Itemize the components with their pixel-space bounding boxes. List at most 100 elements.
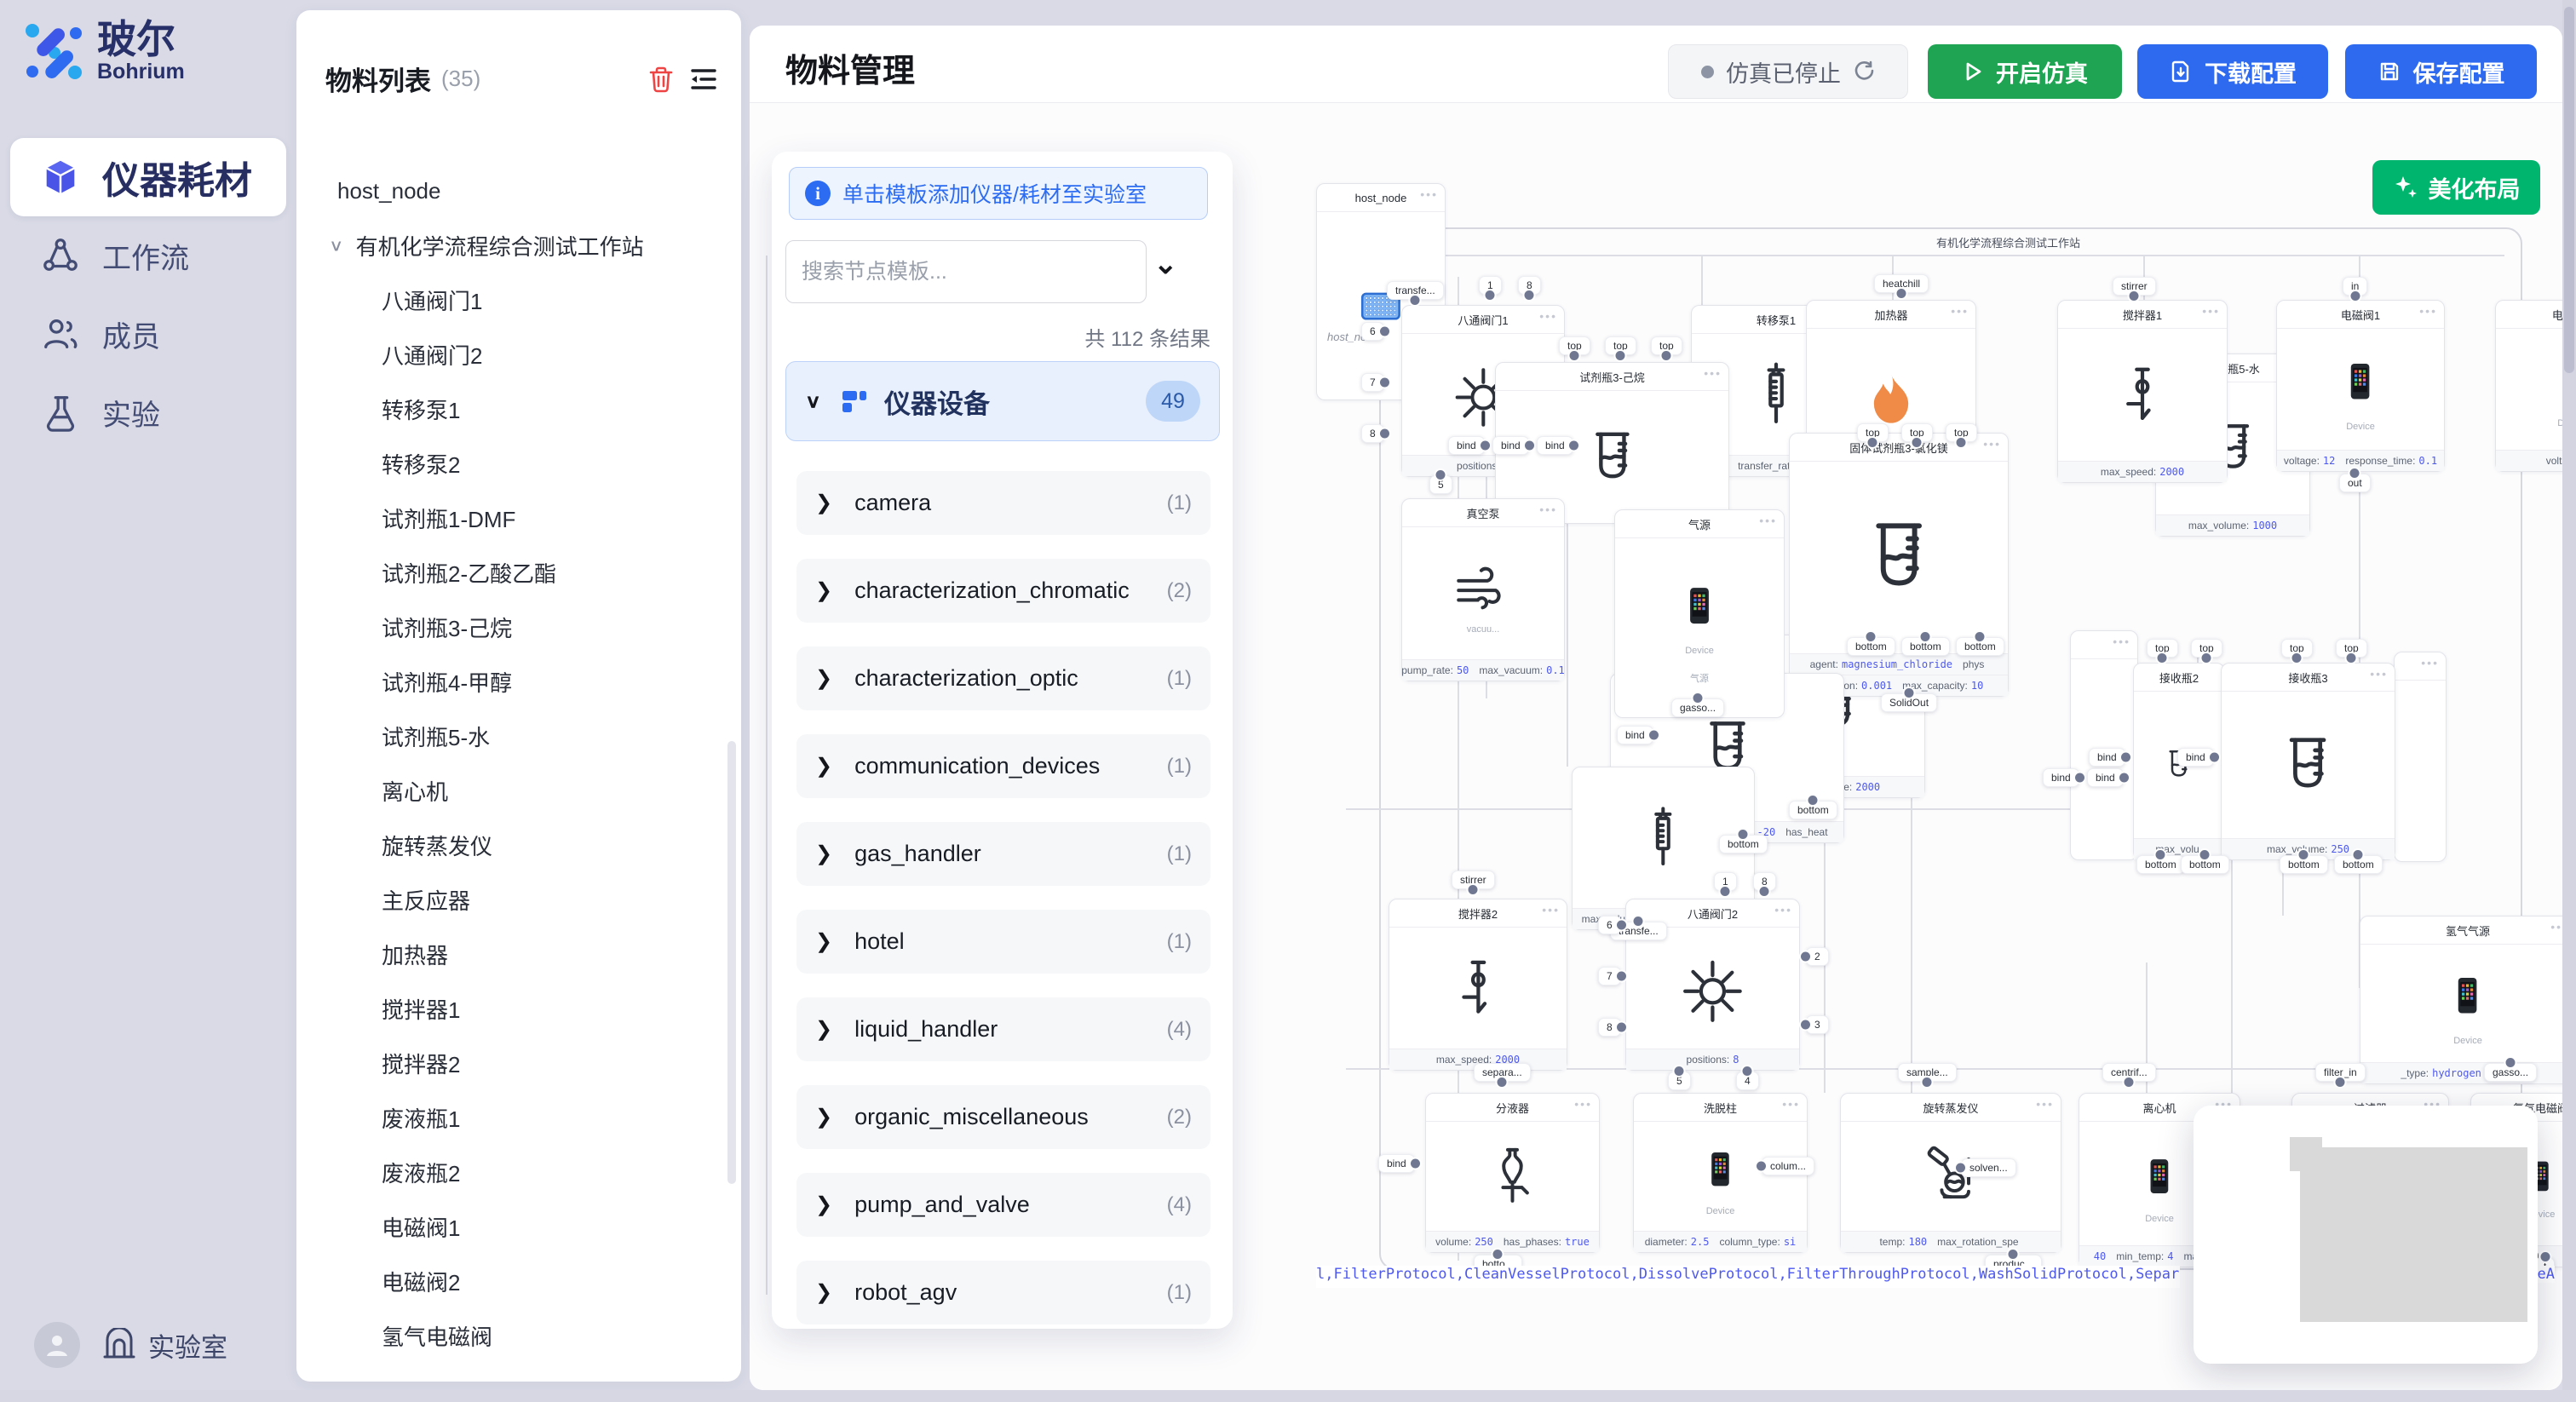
port-pill-top[interactable]: top	[1559, 336, 1590, 355]
port-pill-bind[interactable]: bind	[1448, 436, 1485, 455]
tree-item[interactable]: 离心机	[296, 763, 733, 818]
node-menu-icon[interactable]: •••	[2550, 920, 2562, 934]
page-scrollbar-horizontal[interactable]	[0, 1390, 2576, 1402]
tree-item[interactable]: 转移泵2	[296, 436, 733, 491]
port-pill-bind[interactable]: bind	[1537, 436, 1573, 455]
port-pill-separa[interactable]: separa...	[1474, 1063, 1531, 1082]
category-organic_miscellaneous[interactable]: ❯organic_miscellaneous(2)	[796, 1085, 1210, 1149]
canvas-node-真空泵[interactable]: 真空泵•••vacuu...pump_rate:50max_vacuum:0.1	[1401, 498, 1565, 681]
canvas-node[interactable]: •••	[2394, 652, 2447, 862]
tree-item[interactable]: 氢气电磁阀	[296, 1308, 733, 1363]
canvas-node-氢气气源[interactable]: 氢气气源•••Device_type:hydrogenmax_pre	[2360, 916, 2562, 1084]
node-menu-icon[interactable]: •••	[2370, 667, 2388, 681]
category-group-instruments[interactable]: ∨ 仪器设备 49	[785, 361, 1220, 441]
port-pill-bind[interactable]: bind	[1378, 1154, 1415, 1173]
canvas-node[interactable]: •••	[2070, 630, 2138, 860]
category-camera[interactable]: ❯camera(1)	[796, 471, 1210, 535]
category-liquid_handler[interactable]: ❯liquid_handler(4)	[796, 997, 1210, 1061]
port-pill-sample[interactable]: sample...	[1898, 1063, 1957, 1082]
port-pill-8[interactable]: 8	[1598, 1018, 1621, 1037]
port-pill-top[interactable]: top	[2281, 639, 2313, 658]
download-config-button[interactable]: 下载配置	[2137, 44, 2328, 99]
category-gas_handler[interactable]: ❯gas_handler(1)	[796, 822, 1210, 886]
port-pill-top[interactable]: top	[2147, 639, 2178, 658]
port-pill-5[interactable]: 5	[1668, 1072, 1691, 1090]
tree-item[interactable]: 搅拌器1	[296, 981, 733, 1036]
port-pill-6[interactable]: 6	[1598, 916, 1621, 934]
port-pill-stirrer[interactable]: stirrer	[2113, 277, 2156, 296]
port-pill-centrif[interactable]: centrif...	[2102, 1063, 2156, 1082]
category-pump_and_valve[interactable]: ❯pump_and_valve(4)	[796, 1173, 1210, 1237]
materials-scrollbar[interactable]	[727, 741, 736, 1184]
port-pill-gasso[interactable]: gasso...	[2484, 1063, 2537, 1082]
port-pill-bottom[interactable]: bottom	[1956, 637, 2004, 656]
save-config-button[interactable]: 保存配置	[2345, 44, 2537, 99]
port-pill-8[interactable]: 8	[1753, 872, 1776, 891]
node-menu-icon[interactable]: •••	[2113, 635, 2130, 648]
tree-item[interactable]: 废液瓶2	[296, 1145, 733, 1199]
port-pill-top[interactable]: top	[1605, 336, 1636, 355]
canvas-node-固体试剂瓶3-氯化镁[interactable]: 固体试剂瓶3-氯化镁•••agent:magnesium_chloridephy…	[1789, 433, 2009, 697]
category-characterization_chromatic[interactable]: ❯characterization_chromatic(2)	[796, 559, 1210, 623]
sidebar-item-4[interactable]: 实验	[10, 373, 286, 451]
port-pill-8[interactable]: 8	[1518, 276, 1541, 295]
node-menu-icon[interactable]: •••	[2202, 304, 2220, 318]
page-scrollbar-vertical[interactable]	[2562, 0, 2576, 1402]
tree-item[interactable]: 试剂瓶2-乙酸乙酯	[296, 545, 733, 600]
canvas-node-搅拌器1[interactable]: 搅拌器1•••max_speed:2000	[2057, 300, 2228, 483]
port-pill-6[interactable]: 6	[1361, 322, 1384, 341]
canvas-node-搅拌器2[interactable]: 搅拌器2•••max_speed:2000	[1389, 899, 1567, 1071]
node-menu-icon[interactable]: •••	[1420, 187, 1438, 201]
node-menu-icon[interactable]: •••	[1983, 437, 2001, 451]
port-pill-bind[interactable]: bind	[2177, 748, 2214, 767]
tree-item[interactable]: 转移泵1	[296, 382, 733, 436]
avatar[interactable]	[34, 1322, 80, 1368]
port-pill-top[interactable]: top	[2336, 639, 2367, 658]
port-pill-colum[interactable]: colum...	[1762, 1157, 1814, 1175]
port-pill-top[interactable]: top	[2191, 639, 2222, 658]
sidebar-item-1[interactable]: 仪器耗材	[10, 138, 286, 216]
port-pill-7[interactable]: 7	[1361, 373, 1384, 392]
port-pill-in[interactable]: in	[2343, 277, 2367, 296]
collapse-list-icon[interactable]	[687, 62, 721, 96]
tree-item[interactable]: 八通阀门1	[296, 273, 733, 327]
node-menu-icon[interactable]: •••	[1539, 309, 1557, 323]
delete-icon[interactable]	[644, 62, 678, 96]
category-robot_agv[interactable]: ❯robot_agv(1)	[796, 1261, 1210, 1324]
tree-item[interactable]: 试剂瓶4-甲醇	[296, 654, 733, 709]
port-pill-gasso[interactable]: gasso...	[1671, 698, 1724, 717]
canvas-node-气源[interactable]: 气源•••Device气源	[1614, 509, 1785, 718]
tree-item[interactable]: 加热器	[296, 927, 733, 981]
port-pill-stirrer[interactable]: stirrer	[1452, 871, 1495, 889]
search-input[interactable]	[785, 240, 1147, 303]
tree-item[interactable]: 电磁阀1	[296, 1199, 733, 1254]
port-pill-4[interactable]: 4	[1736, 1072, 1759, 1090]
port-pill-bottom[interactable]: bottom	[2334, 855, 2383, 874]
node-menu-icon[interactable]: •••	[1539, 503, 1557, 516]
port-pill-transfe[interactable]: transfe...	[1387, 281, 1444, 300]
tree-item[interactable]: 真空泵	[296, 1363, 733, 1366]
port-pill-filter_in[interactable]: filter_in	[2315, 1063, 2366, 1082]
node-menu-icon[interactable]: •••	[1774, 903, 1792, 916]
port-pill-top[interactable]: top	[1901, 423, 1933, 442]
port-pill-5[interactable]: 5	[1429, 475, 1452, 494]
node-menu-icon[interactable]: •••	[1574, 1097, 1592, 1111]
node-menu-icon[interactable]: •••	[2421, 656, 2439, 669]
port-pill-heatchill[interactable]: heatchill	[1874, 274, 1929, 293]
node-menu-icon[interactable]: •••	[1704, 366, 1722, 380]
tree-item[interactable]: 旋转蒸发仪	[296, 818, 733, 872]
tree-item[interactable]: 试剂瓶5-水	[296, 709, 733, 763]
refresh-icon[interactable]	[1853, 60, 1875, 83]
port-pill-bind[interactable]: bind	[1492, 436, 1529, 455]
sidebar-item-lab[interactable]: 实验室	[102, 1326, 227, 1365]
port-pill-bottom[interactable]: bottom	[1789, 801, 1837, 819]
port-pill-top[interactable]: top	[1857, 423, 1889, 442]
canvas-node-分液器[interactable]: 分液器•••volume:250has_phases:true	[1425, 1093, 1600, 1253]
port-pill-bottom[interactable]: bottom	[2280, 855, 2328, 874]
port-pill-bottom[interactable]: bottom	[1719, 835, 1768, 853]
tree-item[interactable]: 试剂瓶3-己烷	[296, 600, 733, 654]
tree-item[interactable]: 八通阀门2	[296, 327, 733, 382]
beautify-layout-button[interactable]: 美化布局	[2372, 160, 2540, 215]
tree-item[interactable]: 搅拌器2	[296, 1036, 733, 1090]
tree-item[interactable]: 废液瓶1	[296, 1090, 733, 1145]
